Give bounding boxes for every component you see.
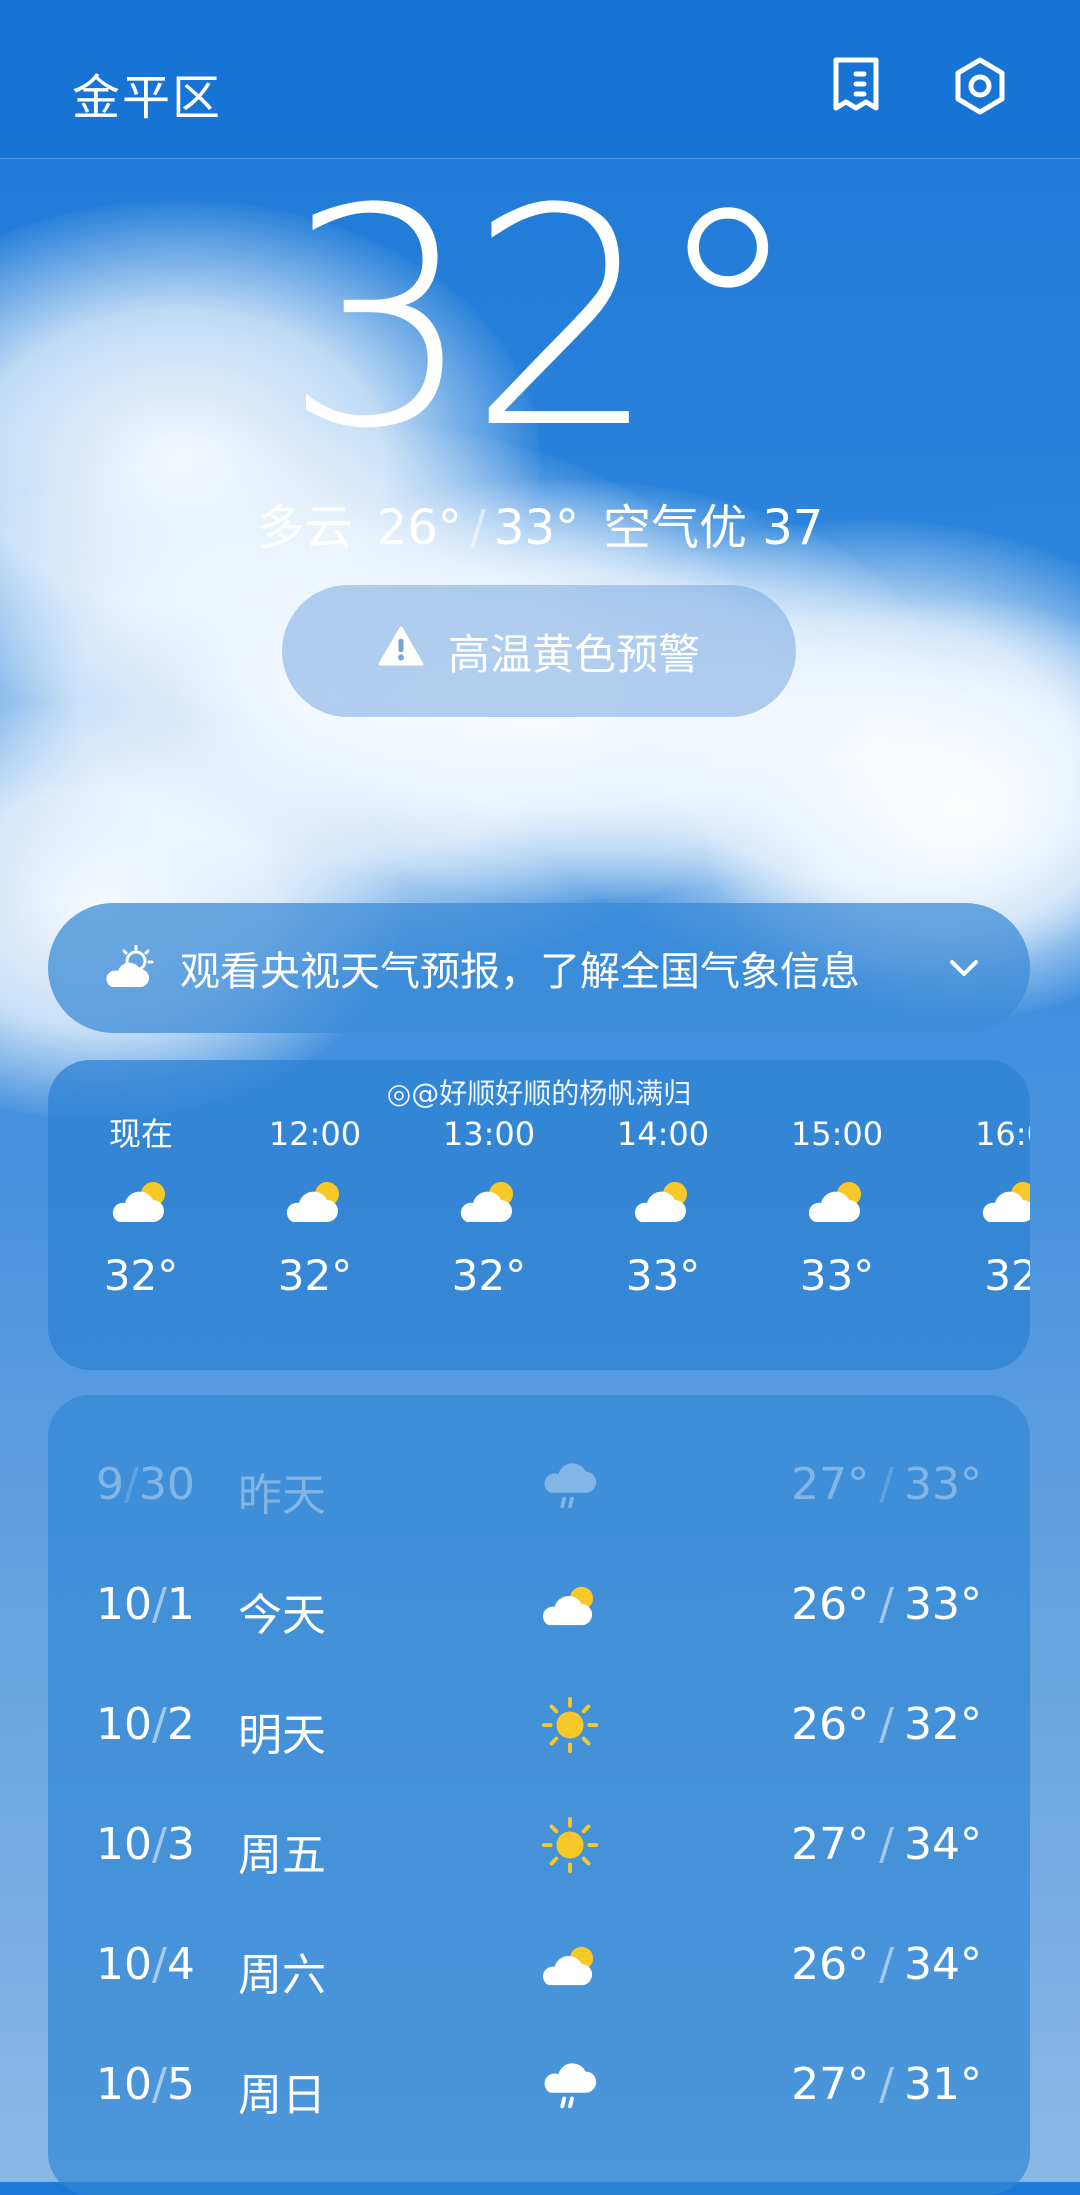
partly-cloudy-icon [772, 1156, 902, 1246]
hour-temp: 32° [103, 1251, 179, 1300]
rain-icon [528, 2043, 612, 2127]
date: 9/30 [96, 1459, 195, 1510]
temp-range: 26°/33° [791, 1579, 982, 1630]
day-label: 明天 [238, 1710, 326, 1761]
weather-alert-button[interactable]: 高温黄色预警 [282, 585, 796, 717]
date: 10/2 [96, 1699, 195, 1750]
partly-cloudy-icon [250, 1156, 380, 1246]
partly-cloudy-icon [598, 1156, 728, 1246]
temp-range: 26°/34° [791, 1939, 982, 1990]
temp-range: 27°/34° [791, 1819, 982, 1870]
hourly-item: 14:00 33° [598, 1112, 728, 1306]
day-label: 周五 [238, 1830, 326, 1881]
day-label: 昨天 [238, 1470, 326, 1521]
document-icon[interactable] [826, 54, 886, 118]
day-label: 周六 [238, 1950, 326, 2001]
low-temp: 26° [376, 500, 462, 556]
day-label: 周日 [238, 2070, 326, 2121]
hour-temp: 32 [984, 1251, 1030, 1300]
hourly-item: 13:00 32° [424, 1112, 554, 1306]
hour-time: 13:00 [442, 1115, 536, 1153]
alert-label: 高温黄色预警 [447, 629, 700, 679]
hourly-item: 16:0 32 [946, 1112, 1030, 1306]
hourly-item: 现在 32° [76, 1112, 206, 1306]
slash: / [469, 500, 486, 556]
daily-row[interactable]: 10/5 周日 27°/31° [48, 2025, 1030, 2145]
partly-cloudy-icon [528, 1923, 612, 2007]
hour-temp: 33° [799, 1251, 875, 1300]
hourly-forecast-card[interactable]: ◎@好顺好顺的杨帆满归 现在 32° 12:00 32° 13:00 32° 14:00 33… [48, 1060, 1030, 1370]
weibo-watermark: ◎@好顺好顺的杨帆满归 [386, 1077, 692, 1110]
date: 10/4 [96, 1939, 195, 1990]
settings-icon[interactable] [950, 54, 1010, 118]
high-temp: 33° [493, 500, 579, 556]
daily-row[interactable]: 10/4 周六 26°/34° [48, 1905, 1030, 2025]
promo-text: 观看央视天气预报，了解全国气象信息 [180, 949, 860, 995]
hour-time: 12:00 [268, 1115, 362, 1153]
daily-forecast-card[interactable]: 9/30 昨天 27°/33° 10/1 今天 26°/33° 10/2 明天 26°/32° 1… [48, 1395, 1030, 2195]
air-quality[interactable]: 空气优 37 [603, 500, 823, 556]
chevron-down-icon[interactable] [946, 956, 982, 980]
partly-cloudy-icon [76, 1156, 206, 1246]
hourly-item: 15:00 33° [772, 1112, 902, 1306]
weather-summary: 多云 26°/33° 空气优 37 [0, 488, 1080, 558]
temp-range: 26°/32° [791, 1699, 982, 1750]
weibo-icon: ◎ [386, 1077, 412, 1110]
partly-cloudy-icon [528, 1563, 612, 1647]
temp-range: 27°/31° [791, 2059, 982, 2110]
sun-icon [528, 1803, 612, 1887]
hour-time: 15:00 [790, 1115, 884, 1153]
partly-cloudy-icon [424, 1156, 554, 1246]
day-label: 今天 [238, 1590, 326, 1641]
condition-text: 多云 [256, 500, 353, 556]
daily-row[interactable]: 10/3 周五 27°/34° [48, 1785, 1030, 1905]
top-bar: 金平区 [0, 0, 1080, 159]
current-temperature: 32° [283, 145, 803, 494]
daily-row[interactable]: 10/1 今天 26°/33° [48, 1545, 1030, 1665]
date: 10/3 [96, 1819, 195, 1870]
daily-row[interactable]: 10/2 明天 26°/32° [48, 1665, 1030, 1785]
cctv-forecast-banner[interactable]: 观看央视天气预报，了解全国气象信息 [48, 903, 1030, 1033]
rain-icon [528, 1443, 612, 1527]
sun-icon [528, 1683, 612, 1767]
temp-range: 27°/33° [791, 1459, 982, 1510]
hour-temp: 32° [451, 1251, 527, 1300]
date: 10/5 [96, 2059, 195, 2110]
hour-time: 现在 [108, 1115, 173, 1153]
city-name[interactable]: 金平区 [72, 58, 222, 128]
partly-cloudy-icon [946, 1156, 1030, 1246]
daily-row[interactable]: 9/30 昨天 27°/33° [48, 1425, 1030, 1545]
hourly-item: 12:00 32° [250, 1112, 380, 1306]
date: 10/1 [96, 1579, 195, 1630]
partly-cloudy-icon [102, 945, 156, 991]
hour-temp: 32° [277, 1251, 353, 1300]
hour-temp: 33° [625, 1251, 701, 1300]
hour-time: 16:0 [975, 1115, 1030, 1153]
hour-time: 14:00 [616, 1115, 710, 1153]
warning-icon [378, 625, 424, 677]
